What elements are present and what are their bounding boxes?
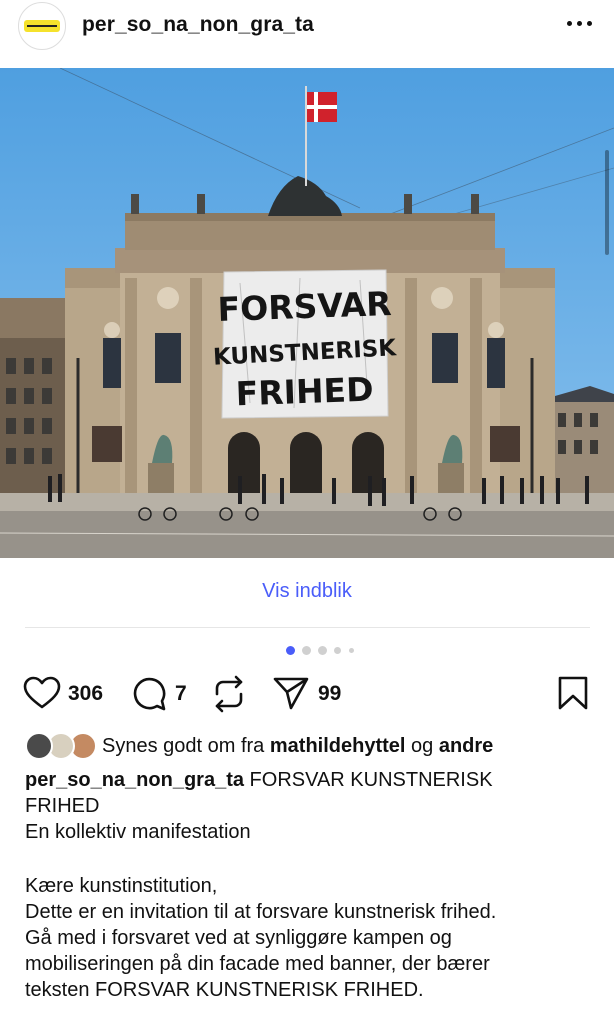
liker-avatar xyxy=(25,732,53,760)
view-insights-link[interactable]: Vis indblik xyxy=(0,580,614,603)
post-photo[interactable]: FORSVAR KUNSTNERISK FRIHED xyxy=(0,68,614,558)
carousel-dot-active xyxy=(286,646,295,655)
action-bar: 306 7 99 xyxy=(0,670,614,720)
comment-icon[interactable] xyxy=(131,676,167,712)
caption-subtitle: En kollektiv manifestation xyxy=(25,821,251,843)
liked-by-prefix: Synes godt om fra xyxy=(102,735,265,757)
liked-by-user[interactable]: mathildehyttel xyxy=(270,735,406,757)
caption-body-line1: Dette er en invitation til at forsvare k… xyxy=(25,901,497,923)
bookmark-icon[interactable] xyxy=(557,675,589,711)
caption-title-line1: FORSVAR KUNSTNERISK xyxy=(249,769,493,791)
banner-line-1: FORSVAR xyxy=(217,284,392,329)
more-options-icon[interactable] xyxy=(563,9,597,37)
liked-by-text: Synes godt om fra mathildehyttel og andr… xyxy=(102,735,493,758)
like-count[interactable]: 306 xyxy=(68,682,103,706)
caption-greeting: Kære kunstinstitution, xyxy=(25,875,218,897)
post-header: per_so_na_non_gra_ta xyxy=(0,0,614,68)
post-caption: per_so_na_non_gra_ta FORSVAR KUNSTNERISK… xyxy=(25,767,595,1003)
divider xyxy=(25,627,590,628)
post-username[interactable]: per_so_na_non_gra_ta xyxy=(82,13,314,37)
share-count[interactable]: 99 xyxy=(318,682,341,706)
comment-count[interactable]: 7 xyxy=(175,682,187,706)
caption-body-line2: Gå med i forsvaret ved at synliggøre kam… xyxy=(25,927,452,949)
caption-username[interactable]: per_so_na_non_gra_ta xyxy=(25,769,244,791)
caption-body-line3: mobiliseringen på din facade med banner,… xyxy=(25,953,490,975)
carousel-dot xyxy=(334,647,341,654)
liked-by-others[interactable]: andre xyxy=(439,735,493,757)
carousel-indicator xyxy=(286,645,366,657)
send-icon[interactable] xyxy=(272,675,310,711)
carousel-dot xyxy=(302,646,311,655)
banner-line-3: FRIHED xyxy=(235,370,374,414)
scrollbar[interactable] xyxy=(605,150,609,255)
repost-icon[interactable] xyxy=(211,674,247,714)
profile-avatar[interactable] xyxy=(18,2,66,50)
caption-body-line4: teksten FORSVAR KUNSTNERISK FRIHED. xyxy=(25,979,424,1001)
heart-icon[interactable] xyxy=(23,676,61,710)
profile-logo-icon xyxy=(24,20,60,32)
caption-title-line2: FRIHED xyxy=(25,795,100,817)
carousel-dot xyxy=(318,646,327,655)
liked-by-row[interactable]: Synes godt om fra mathildehyttel og andr… xyxy=(25,732,614,762)
liked-by-connector: og xyxy=(411,735,434,757)
carousel-dot xyxy=(349,648,354,653)
